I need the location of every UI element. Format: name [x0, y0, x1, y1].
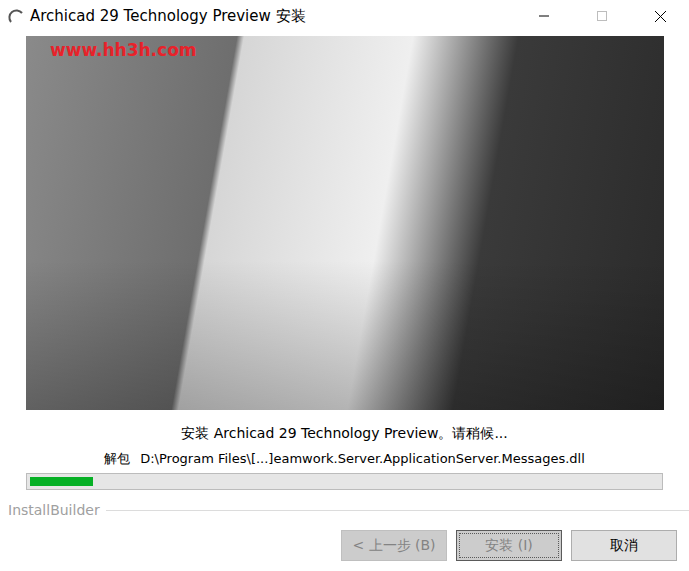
dialog-button: < 上一步 (B) — [341, 530, 447, 561]
brand-row: InstallBuilder — [0, 502, 689, 518]
action-row: 解包 D:\Program Files\[...]eamwork.Server.A… — [0, 449, 689, 469]
action-label: 解包 — [104, 449, 130, 469]
title-bar: Archicad 29 Technology Preview 安装 — [0, 0, 689, 32]
dialog-button[interactable]: 取消 — [571, 530, 677, 561]
action-path: D:\Program Files\[...]eamwork.Server.App… — [140, 449, 585, 469]
watermark: www.hh3h.com — [50, 40, 197, 60]
status-text: 安装 Archicad 29 Technology Preview。请稍候... — [0, 423, 689, 443]
minimize-icon — [539, 11, 549, 21]
close-icon — [655, 11, 666, 22]
app-logo-icon — [8, 8, 24, 24]
separator — [106, 510, 689, 511]
button-row: < 上一步 (B) 安装 (I) 取消 — [0, 530, 689, 561]
progress-fill — [30, 477, 93, 486]
close-button[interactable] — [631, 0, 689, 32]
minimize-button[interactable] — [515, 0, 573, 32]
installer-window: Archicad 29 Technology Preview 安装 www.hh3… — [0, 0, 689, 571]
maximize-icon — [597, 11, 607, 21]
window-title: Archicad 29 Technology Preview 安装 — [24, 7, 515, 26]
progress-bar — [26, 473, 663, 490]
banner-photo: www.hh3h.com — [26, 36, 664, 410]
maximize-button — [573, 0, 631, 32]
brand-label: InstallBuilder — [8, 502, 100, 518]
dialog-button: 安装 (I) — [456, 530, 562, 561]
